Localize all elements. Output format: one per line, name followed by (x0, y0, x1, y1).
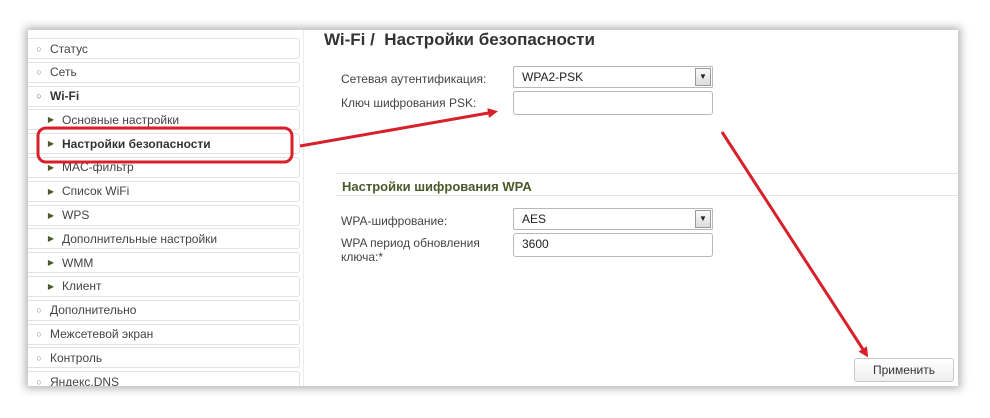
arrow-right-icon: ▶ (47, 162, 55, 172)
sidebar-item-wifi-list[interactable]: ▶ Список WiFi (28, 180, 300, 202)
arrow-right-icon: ▶ (47, 234, 55, 244)
sidebar-item-network[interactable]: ○ Сеть (28, 61, 300, 83)
section-divider (336, 195, 958, 196)
chevron-right-icon: ○ (36, 305, 42, 316)
sidebar-item-status[interactable]: ○ Статус (28, 38, 300, 59)
sidebar-item-label: Список WiFi (62, 184, 130, 199)
router-admin-window: ○ Статус ○ Сеть ○ Wi-Fi ▶ Основные настр… (28, 30, 958, 386)
sidebar-item-wifi[interactable]: ○ Wi-Fi (28, 85, 300, 107)
sidebar-item-label: Настройки безопасности (62, 136, 211, 151)
chevron-right-icon: ○ (36, 329, 42, 340)
sidebar-item-basic-settings[interactable]: ▶ Основные настройки (28, 109, 300, 131)
dropdown-arrow-icon[interactable]: ▼ (695, 210, 711, 228)
section-divider (336, 173, 958, 174)
sidebar-item-label: Статус (50, 41, 88, 56)
wpa-cipher-select[interactable]: AES ▼ (513, 208, 713, 230)
sidebar-item-label: Контроль (50, 350, 103, 365)
sidebar-item-label: Основные настройки (62, 112, 180, 127)
rekey-label-line1: WPA период обновления (341, 236, 480, 250)
rekey-label: WPA период обновления ключа:* (341, 236, 480, 264)
sidebar-item-label: Сеть (50, 65, 77, 80)
page-title-text: Настройки безопасности (384, 30, 595, 49)
arrow-right-icon: ▶ (47, 115, 55, 125)
sidebar-item-label: Дополнительные настройки (62, 231, 218, 246)
sidebar-divider (303, 30, 304, 386)
arrow-right-icon: ▶ (47, 210, 55, 220)
sidebar-item-security-settings[interactable]: ▶ Настройки безопасности (28, 133, 300, 155)
sidebar-item-advanced[interactable]: ○ Дополнительно (28, 299, 300, 321)
page-title: Wi-Fi / Настройки безопасности (324, 30, 595, 50)
psk-label: Ключ шифрования PSK: (341, 96, 477, 110)
sidebar-item-label: WPS (62, 208, 90, 223)
sidebar-item-label: Яндекс.DNS (50, 374, 120, 386)
sidebar-item-label: Клиент (62, 279, 102, 294)
sidebar-item-firewall[interactable]: ○ Межсетевой экран (28, 323, 300, 345)
sidebar-item-mac-filter[interactable]: ▶ MAC-фильтр (28, 156, 300, 178)
auth-select[interactable]: WPA2-PSK ▼ (513, 66, 713, 88)
sidebar-nav: ○ Статус ○ Сеть ○ Wi-Fi ▶ Основные настр… (28, 38, 300, 386)
wpa-section-title: Настройки шифрования WPA (342, 179, 532, 194)
dropdown-arrow-icon[interactable]: ▼ (695, 68, 711, 86)
apply-button[interactable]: Применить (854, 358, 954, 382)
auth-select-value: WPA2-PSK (522, 70, 584, 84)
rekey-input-value: 3600 (522, 237, 549, 251)
breadcrumb: Wi-Fi / (324, 30, 375, 49)
arrow-right-icon: ▶ (47, 281, 55, 291)
chevron-down-icon: ○ (36, 91, 42, 102)
arrow-right-icon: ▶ (47, 258, 55, 268)
arrow-right-icon: ▶ (47, 186, 55, 196)
rekey-label-line2: ключа:* (341, 250, 384, 264)
main-content: Wi-Fi / Настройки безопасности Сетевая а… (306, 30, 958, 386)
sidebar-item-label: Дополнительно (50, 303, 137, 318)
sidebar-item-label: Межсетевой экран (50, 327, 154, 342)
arrow-right-icon: ▶ (47, 139, 55, 149)
chevron-right-icon: ○ (36, 352, 42, 363)
sidebar-item-yandex-dns[interactable]: ○ Яндекс.DNS (28, 371, 300, 386)
wpa-cipher-select-value: AES (522, 212, 547, 226)
sidebar-item-control[interactable]: ○ Контроль (28, 347, 300, 369)
sidebar-item-wps[interactable]: ▶ WPS (28, 204, 300, 226)
sidebar-item-wmm[interactable]: ▶ WMM (28, 252, 300, 274)
rekey-input[interactable]: 3600 (513, 233, 713, 257)
chevron-right-icon: ○ (36, 43, 42, 54)
sidebar-item-label: MAC-фильтр (62, 160, 134, 175)
sidebar-item-client[interactable]: ▶ Клиент (28, 275, 300, 297)
sidebar-item-label: WMM (62, 255, 94, 270)
psk-input[interactable] (513, 91, 713, 115)
chevron-right-icon: ○ (36, 67, 42, 78)
wpa-cipher-label: WPA-шифрование: (341, 214, 448, 228)
auth-label: Сетевая аутентификация: (341, 72, 487, 86)
sidebar-item-advanced-settings[interactable]: ▶ Дополнительные настройки (28, 228, 300, 250)
chevron-right-icon: ○ (36, 376, 42, 386)
sidebar-item-label: Wi-Fi (50, 89, 80, 104)
